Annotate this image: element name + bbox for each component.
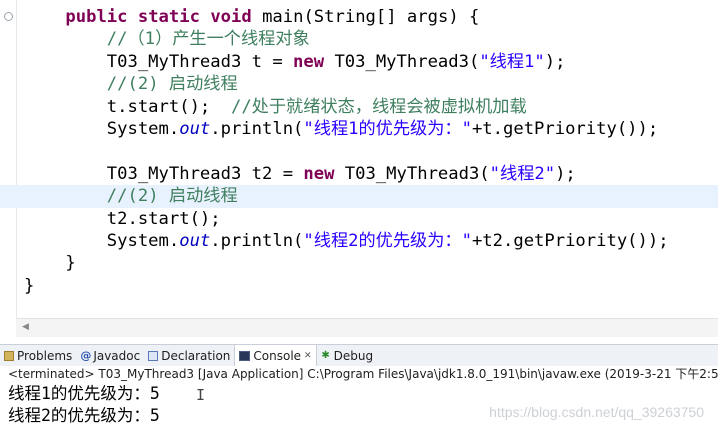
code-token: T03_MyThread3 t =	[24, 51, 294, 72]
code-line[interactable]: t2.start();	[0, 208, 718, 230]
code-token: //处于就绪状态，线程会被虚拟机加载	[230, 96, 527, 117]
code-token: );	[544, 51, 566, 72]
code-line[interactable]: t.start(); //处于就绪状态，线程会被虚拟机加载	[0, 96, 718, 118]
code-line[interactable]: T03_MyThread3 t2 = new T03_MyThread3("线程…	[0, 163, 718, 185]
code-token: T03_MyThread3(	[334, 163, 490, 184]
code-token: .println(	[210, 230, 304, 251]
code-token: .println(	[210, 118, 304, 139]
console-icon	[239, 350, 251, 361]
tab-console[interactable]: Console ✕	[234, 344, 317, 367]
code-token: +t.getPriority());	[471, 118, 659, 139]
declaration-icon	[148, 350, 159, 361]
code-token: T03_MyThread3 t2 =	[24, 163, 304, 184]
debug-icon: ✱	[321, 349, 330, 361]
code-token: new	[303, 163, 335, 184]
code-editor[interactable]: public static void main(String[] args) {…	[0, 0, 718, 340]
console-output-line: 线程1的优先级为：5	[8, 384, 160, 403]
text-cursor-icon: I	[196, 386, 206, 404]
code-token: //（1）产生一个线程对象	[106, 29, 310, 50]
code-line[interactable]	[0, 140, 718, 162]
tab-javadoc[interactable]: @ Javadoc	[76, 345, 144, 366]
horizontal-scrollbar[interactable]: ◀	[16, 318, 718, 337]
code-token: "线程2的优先级为："	[303, 230, 472, 251]
scroll-left-icon[interactable]: ◀	[22, 322, 29, 332]
code-token: System.	[24, 230, 180, 251]
code-token: +t2.getPriority());	[471, 230, 669, 251]
code-token: new	[293, 51, 325, 72]
code-token: }	[24, 275, 35, 296]
code-line[interactable]: }	[0, 252, 718, 274]
code-line[interactable]: System.out.println("线程1的优先级为："+t.getPrio…	[0, 118, 718, 140]
watermark: https://blog.csdn.net/qq_39263750	[489, 404, 704, 420]
code-line[interactable]: public static void main(String[] args) {	[0, 6, 718, 28]
code-line[interactable]: //（1）产生一个线程对象	[0, 28, 718, 50]
tab-declaration[interactable]: Declaration	[144, 345, 234, 366]
views-tab-bar: Problems @ Javadoc Declaration Console ✕ ✱ Debu…	[0, 344, 718, 367]
code-token: "线程2"	[489, 163, 556, 184]
problems-icon	[4, 350, 14, 361]
close-icon[interactable]: ✕	[304, 351, 312, 361]
code-token: );	[555, 163, 576, 184]
code-token: T03_MyThread3(	[324, 51, 480, 72]
javadoc-icon: @	[80, 348, 92, 362]
code-line[interactable]: System.out.println("线程2的优先级为："+t2.getPri…	[0, 230, 718, 252]
code-area[interactable]: public static void main(String[] args) {…	[0, 6, 718, 297]
code-token: //(2) 启动线程	[106, 74, 238, 95]
code-token: }	[24, 253, 76, 274]
tab-label: Javadoc	[93, 348, 141, 363]
code-token: //(2) 启动线程	[106, 186, 238, 207]
eclipse-window: public static void main(String[] args) {…	[0, 0, 718, 431]
code-token: out	[179, 118, 211, 139]
code-token: System.	[24, 118, 180, 139]
code-token: out	[179, 230, 211, 251]
console-status-label: <terminated> T03_MyThread3 [Java Applica…	[8, 367, 718, 381]
code-line[interactable]: }	[0, 275, 718, 297]
tab-label: Debug	[333, 348, 374, 363]
tab-debug[interactable]: ✱ Debug	[317, 345, 377, 366]
tab-label: Problems	[17, 348, 73, 363]
code-line[interactable]: T03_MyThread3 t = new T03_MyThread3("线程1…	[0, 51, 718, 73]
tab-problems[interactable]: Problems	[0, 345, 76, 366]
code-token: t2.start();	[24, 208, 221, 229]
code-line[interactable]: //(2) 启动线程	[0, 73, 718, 95]
code-token: "线程1"	[479, 51, 545, 72]
code-token: void	[210, 7, 252, 27]
code-token: static	[137, 7, 200, 27]
code-token: t.start();	[24, 96, 231, 117]
tab-label: Declaration	[161, 348, 231, 363]
code-token: public	[65, 7, 128, 27]
code-line[interactable]: //(2) 启动线程	[0, 185, 718, 208]
code-token: "线程1的优先级为："	[303, 118, 472, 139]
console-view[interactable]: <terminated> T03_MyThread3 [Java Applica…	[0, 366, 718, 431]
tab-label: Console	[253, 348, 302, 363]
code-token: main(String[] args) {	[251, 7, 480, 27]
